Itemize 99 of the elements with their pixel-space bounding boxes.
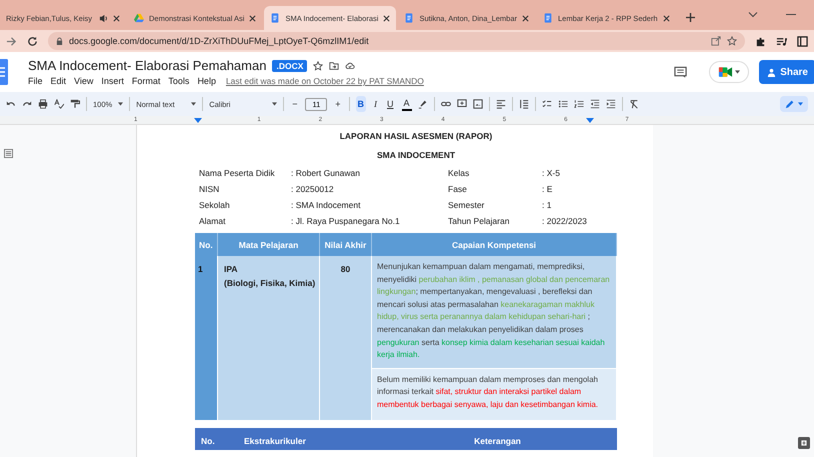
indent-marker-icon[interactable] bbox=[586, 118, 594, 123]
paint-format-icon[interactable] bbox=[70, 99, 80, 109]
info-label: Nama Peserta Didik bbox=[199, 168, 276, 179]
document-icon bbox=[543, 13, 553, 23]
caret-icon bbox=[272, 102, 278, 106]
address-bar[interactable]: docs.google.com/document/d/1D-ZrXiThDUuFMej_LptOyeT-Q6mzlIM1/edit bbox=[48, 32, 745, 50]
triangle-icon bbox=[134, 13, 144, 23]
info-label: NISN bbox=[199, 184, 220, 195]
speaker-icon bbox=[99, 14, 108, 22]
menu-item[interactable]: Edit bbox=[50, 76, 66, 86]
bulleted-list-icon[interactable] bbox=[558, 99, 568, 109]
new-tab-icon[interactable] bbox=[686, 13, 694, 22]
cloud-icon[interactable] bbox=[345, 60, 356, 70]
report-title: LAPORAN HASIL ASESMEN (RAPOR) bbox=[338, 130, 494, 142]
competency-text: Belum memiliki kemampuan dalam memproses dan mengolah informasi terkait sifat, struktur dan interaksi partikel dalam membentuk berbagai senyawa, laju dan kesetimbangan kimia. bbox=[372, 368, 616, 420]
caret-icon bbox=[191, 102, 196, 106]
editing-mode-button[interactable] bbox=[780, 96, 808, 112]
column-header: Mata Pelajaran bbox=[218, 233, 320, 256]
last-edit-link[interactable]: Last edit was made on October 22 by PAT SMANDO bbox=[226, 76, 424, 86]
info-label: Fase bbox=[448, 184, 468, 195]
info-label: Semester bbox=[448, 200, 486, 211]
menu-item[interactable]: Insert bbox=[101, 76, 124, 86]
person-icon bbox=[767, 68, 776, 76]
close-icon[interactable] bbox=[113, 14, 120, 22]
italic-button[interactable]: I bbox=[372, 96, 380, 112]
info-value: : 1 bbox=[542, 200, 552, 211]
info-label: Alamat bbox=[199, 216, 226, 227]
document-icon[interactable] bbox=[0, 59, 10, 85]
decrease-font-size-button[interactable]: − bbox=[290, 96, 300, 112]
document-icon bbox=[404, 13, 414, 23]
star-icon[interactable] bbox=[727, 36, 737, 46]
subject-name: IPA bbox=[224, 264, 239, 274]
share-button[interactable]: Share bbox=[759, 60, 814, 84]
clear-formatting-icon[interactable] bbox=[628, 99, 639, 109]
column-header: Capaian Kompetensi bbox=[372, 233, 617, 256]
text-color-button[interactable]: A bbox=[402, 97, 412, 111]
decrease-indent-icon[interactable] bbox=[590, 99, 600, 109]
star-icon[interactable] bbox=[313, 60, 324, 70]
subject-detail: (Biologi, Fisika, Kimia) bbox=[224, 278, 316, 288]
menu-item[interactable]: File bbox=[28, 76, 43, 86]
chevron-down-icon[interactable] bbox=[748, 11, 758, 18]
reload-icon[interactable] bbox=[27, 36, 38, 46]
file-type-badge: .DOCX bbox=[272, 60, 308, 72]
puzzle-icon[interactable] bbox=[755, 36, 766, 46]
outline-icon[interactable] bbox=[4, 149, 13, 158]
pencil-icon bbox=[785, 99, 795, 109]
caret-icon bbox=[798, 102, 803, 106]
info-label: Sekolah bbox=[199, 200, 231, 211]
info-value: : E bbox=[542, 184, 554, 195]
video-call-button[interactable] bbox=[709, 61, 750, 83]
close-icon[interactable] bbox=[249, 14, 256, 22]
menu-item[interactable]: View bbox=[74, 76, 94, 86]
menu-item[interactable]: Format bbox=[132, 76, 160, 86]
increase-font-size-button[interactable]: + bbox=[333, 96, 343, 112]
bold-button[interactable]: B bbox=[356, 96, 366, 112]
lock-icon bbox=[56, 36, 63, 46]
info-value: : 2022/2023 bbox=[542, 216, 588, 227]
folder-icon[interactable] bbox=[329, 60, 340, 70]
spellcheck-icon[interactable] bbox=[54, 99, 64, 109]
minimize-icon[interactable] bbox=[786, 11, 796, 18]
column-header: Nilai Akhir bbox=[320, 233, 372, 256]
sidebar-icon[interactable] bbox=[797, 36, 808, 46]
close-icon[interactable] bbox=[522, 14, 529, 22]
explore-icon[interactable] bbox=[798, 437, 810, 449]
table-cell: 1 bbox=[195, 256, 218, 420]
numbered-list-icon[interactable] bbox=[574, 99, 584, 109]
comment-icon[interactable] bbox=[456, 99, 467, 109]
info-label: Tahun Pelajaran bbox=[448, 216, 510, 227]
underline-button[interactable]: U bbox=[385, 96, 396, 112]
print-icon[interactable] bbox=[38, 99, 48, 109]
align-left-icon[interactable] bbox=[496, 99, 506, 109]
menu-item[interactable]: Tools bbox=[168, 76, 190, 86]
school-name: SMA INDOCEMENT bbox=[376, 149, 456, 161]
forward-arrow-icon[interactable] bbox=[6, 36, 17, 46]
link-icon[interactable] bbox=[440, 99, 451, 109]
caret-icon bbox=[118, 102, 124, 106]
share-icon[interactable] bbox=[711, 36, 721, 46]
line-spacing-icon[interactable] bbox=[518, 99, 529, 109]
info-value: : Jl. Raya Puspanegara No.1 bbox=[291, 216, 401, 227]
info-value: : SMA Indocement bbox=[291, 200, 362, 211]
caret-icon bbox=[735, 70, 740, 74]
info-label: Kelas bbox=[448, 168, 470, 179]
info-value: : 20250012 bbox=[291, 184, 335, 195]
image-icon[interactable] bbox=[472, 99, 483, 109]
playlist-icon[interactable] bbox=[776, 36, 787, 46]
info-value: : Robert Gunawan bbox=[291, 168, 361, 179]
comment-icon[interactable] bbox=[674, 66, 688, 78]
column-header: No. bbox=[195, 233, 218, 256]
menu-item[interactable]: Help bbox=[197, 76, 216, 86]
info-value: : X-5 bbox=[542, 168, 561, 179]
highlighter-icon[interactable] bbox=[418, 99, 428, 109]
document-icon bbox=[270, 13, 280, 23]
increase-indent-icon[interactable] bbox=[606, 99, 616, 109]
close-icon[interactable] bbox=[662, 14, 670, 22]
checklist-icon[interactable] bbox=[542, 99, 552, 109]
indent-marker-icon[interactable] bbox=[194, 118, 202, 123]
camera-icon bbox=[718, 66, 734, 78]
close-icon[interactable] bbox=[383, 14, 390, 22]
document-title[interactable]: SMA Indocement- Elaborasi Pemahaman bbox=[28, 58, 266, 73]
